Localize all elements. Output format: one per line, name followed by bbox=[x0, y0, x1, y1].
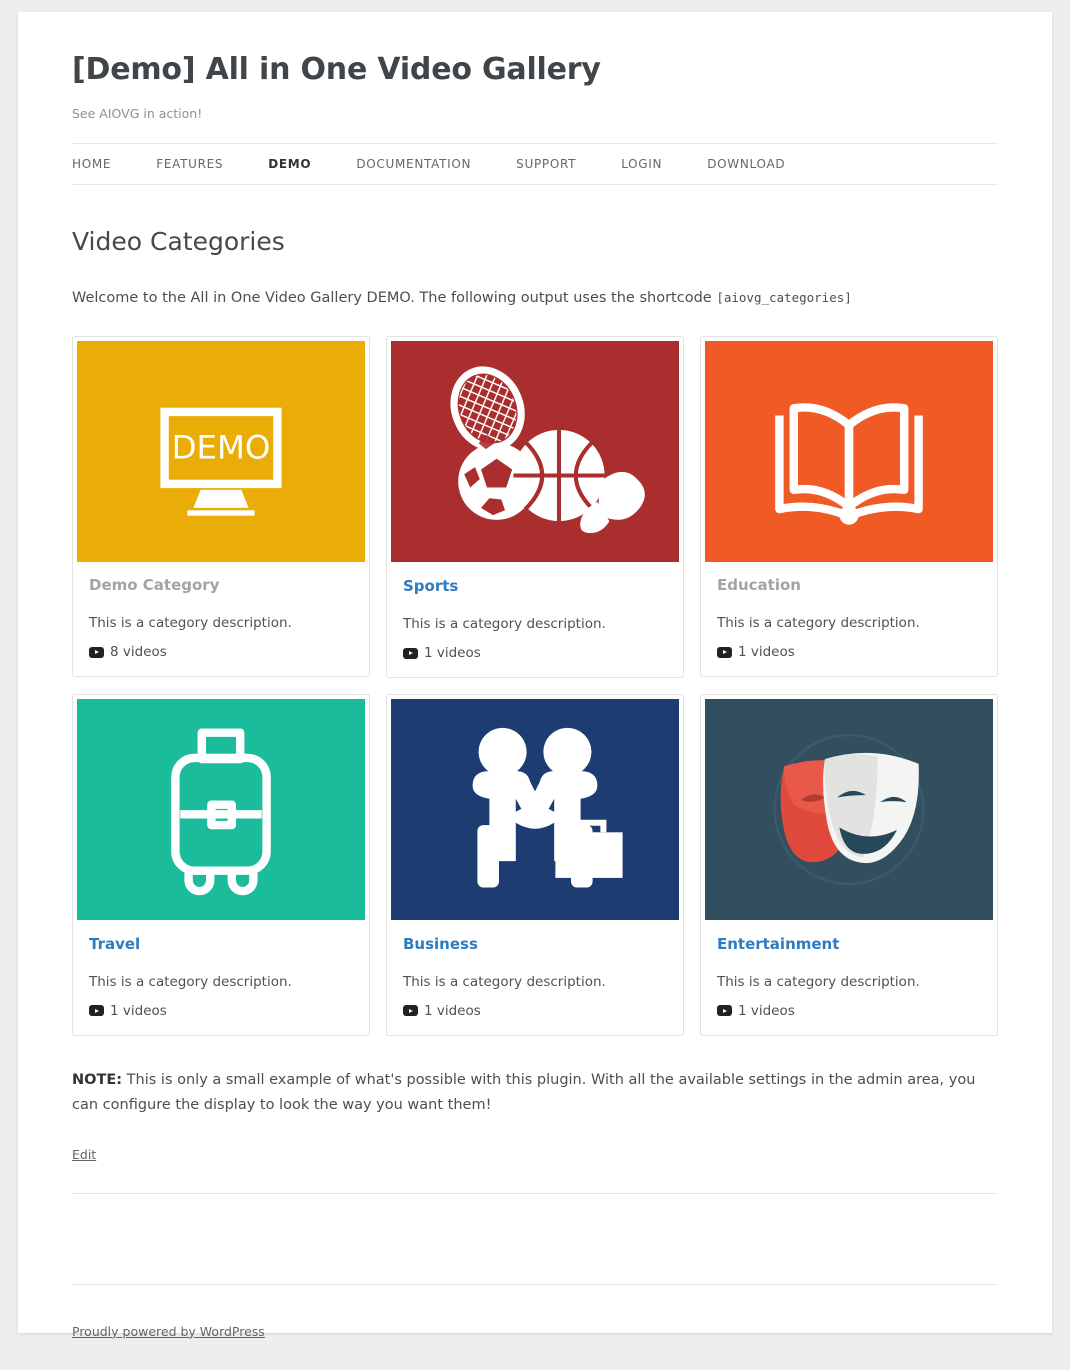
category-video-count: 8 videos bbox=[89, 644, 353, 660]
category-cell: Sports This is a category description. 1… bbox=[378, 336, 692, 694]
category-thumbnail[interactable] bbox=[704, 341, 993, 563]
site-description: See AIOVG in action! bbox=[72, 106, 203, 121]
category-video-count-label: 1 videos bbox=[110, 1002, 167, 1019]
category-card-business[interactable]: Business This is a category description.… bbox=[385, 694, 684, 1036]
category-video-count: 1 videos bbox=[89, 1003, 353, 1019]
category-title[interactable]: Entertainment bbox=[717, 935, 839, 953]
video-play-icon bbox=[402, 647, 418, 659]
category-cell: DEMO Demo Category This is a category de… bbox=[64, 336, 378, 694]
video-play-icon bbox=[716, 1005, 732, 1017]
nav-item-login[interactable]: LOGIN bbox=[621, 157, 662, 171]
category-card-body: Business This is a category description.… bbox=[391, 920, 679, 1035]
category-cell: Education This is a category description… bbox=[692, 336, 1006, 694]
intro-text: Welcome to the All in One Video Gallery … bbox=[72, 290, 712, 306]
site-title: [Demo] All in One Video Gallery bbox=[72, 52, 601, 87]
wordpress-credit-link[interactable]: Proudly powered by WordPress bbox=[72, 1324, 265, 1339]
category-thumbnail[interactable] bbox=[704, 699, 993, 921]
open-book-icon bbox=[775, 403, 923, 525]
intro-paragraph: Welcome to the All in One Video Gallery … bbox=[72, 287, 998, 310]
nav-item-home[interactable]: HOME bbox=[72, 157, 111, 171]
category-title: Education bbox=[716, 576, 801, 595]
nav-item-features[interactable]: FEATURES bbox=[156, 157, 223, 171]
category-thumbnail[interactable] bbox=[390, 341, 679, 563]
site-header: [Demo] All in One Video Gallery See AIOV… bbox=[72, 12, 998, 121]
sports-balls-icon bbox=[450, 366, 645, 534]
svg-text:DEMO: DEMO bbox=[172, 429, 271, 467]
category-card-body: Sports This is a category description. 1… bbox=[391, 562, 679, 677]
category-card-body: Entertainment This is a category descrip… bbox=[705, 920, 993, 1035]
category-description: This is a category description. bbox=[402, 616, 606, 633]
category-video-count-label: 8 videos bbox=[110, 644, 167, 661]
category-video-count-label: 1 videos bbox=[737, 644, 795, 661]
category-description: This is a category description. bbox=[402, 974, 606, 991]
category-title[interactable]: Travel bbox=[89, 935, 140, 953]
category-cell: Travel This is a category description. 1… bbox=[64, 694, 378, 1052]
category-thumbnail[interactable] bbox=[77, 699, 365, 921]
content-divider bbox=[72, 1192, 998, 1194]
page-container: [Demo] All in One Video Gallery See AIOV… bbox=[18, 12, 1052, 1339]
nav-item-download[interactable]: DOWNLOAD bbox=[707, 157, 785, 171]
handshake-briefcase-icon bbox=[472, 727, 623, 888]
suitcase-icon bbox=[171, 728, 271, 896]
category-title: Demo Category bbox=[89, 576, 220, 595]
category-title[interactable]: Business bbox=[403, 935, 478, 953]
site-footer: Proudly powered by WordPress bbox=[72, 1283, 998, 1370]
entry-content: Video Categories Welcome to the All in O… bbox=[72, 185, 998, 1194]
category-card-entertainment[interactable]: Entertainment This is a category descrip… bbox=[699, 694, 998, 1036]
category-description: This is a category description. bbox=[89, 615, 292, 632]
demo-monitor-icon: DEMO bbox=[160, 407, 282, 516]
category-card-travel[interactable]: Travel This is a category description. 1… bbox=[72, 694, 370, 1036]
nav-item-demo[interactable]: DEMO bbox=[268, 157, 311, 171]
category-thumbnail[interactable] bbox=[390, 699, 679, 921]
edit-link[interactable]: Edit bbox=[72, 1147, 96, 1162]
category-title[interactable]: Sports bbox=[403, 577, 458, 595]
category-description: This is a category description. bbox=[716, 974, 920, 991]
category-card-body: Demo Category This is a category descrip… bbox=[77, 562, 365, 676]
category-video-count-label: 1 videos bbox=[737, 1002, 795, 1019]
category-thumbnail[interactable]: DEMO bbox=[77, 341, 365, 563]
category-card-body: Education This is a category description… bbox=[705, 562, 993, 676]
shortcode-code: [aiovg_categories] bbox=[716, 290, 852, 305]
page-title: Video Categories bbox=[72, 227, 285, 256]
category-video-count: 1 videos bbox=[716, 1002, 981, 1019]
category-video-count: 1 videos bbox=[716, 644, 981, 661]
theatre-masks-icon bbox=[773, 733, 925, 886]
primary-navigation[interactable]: HOME FEATURES DEMO DOCUMENTATION SUPPORT… bbox=[72, 143, 998, 185]
category-card-sports[interactable]: Sports This is a category description. 1… bbox=[385, 336, 684, 679]
category-video-count-label: 1 videos bbox=[423, 645, 481, 662]
note-label: NOTE: bbox=[72, 1071, 123, 1088]
note-text: This is only a small example of what's p… bbox=[72, 1071, 976, 1113]
video-play-icon bbox=[89, 1005, 104, 1017]
category-cell: Business This is a category description.… bbox=[378, 694, 692, 1052]
video-play-icon bbox=[89, 646, 104, 658]
video-play-icon bbox=[402, 1005, 418, 1017]
category-description: This is a category description. bbox=[716, 615, 920, 632]
category-video-count: 1 videos bbox=[402, 1002, 667, 1019]
category-video-count: 1 videos bbox=[402, 645, 667, 662]
note-paragraph: NOTE: This is only a small example of wh… bbox=[72, 1068, 998, 1118]
category-card-education[interactable]: Education This is a category description… bbox=[699, 336, 998, 678]
category-cell: Entertainment This is a category descrip… bbox=[692, 694, 1006, 1052]
category-card-body: Travel This is a category description. 1… bbox=[77, 920, 365, 1035]
nav-item-documentation[interactable]: DOCUMENTATION bbox=[356, 157, 471, 171]
category-video-count-label: 1 videos bbox=[423, 1002, 481, 1019]
category-card-demo-category[interactable]: DEMO Demo Category This is a category de… bbox=[72, 336, 370, 678]
category-grid: DEMO Demo Category This is a category de… bbox=[64, 336, 1006, 1052]
nav-item-support[interactable]: SUPPORT bbox=[516, 157, 576, 171]
video-play-icon bbox=[716, 646, 732, 658]
category-description: This is a category description. bbox=[89, 974, 292, 991]
